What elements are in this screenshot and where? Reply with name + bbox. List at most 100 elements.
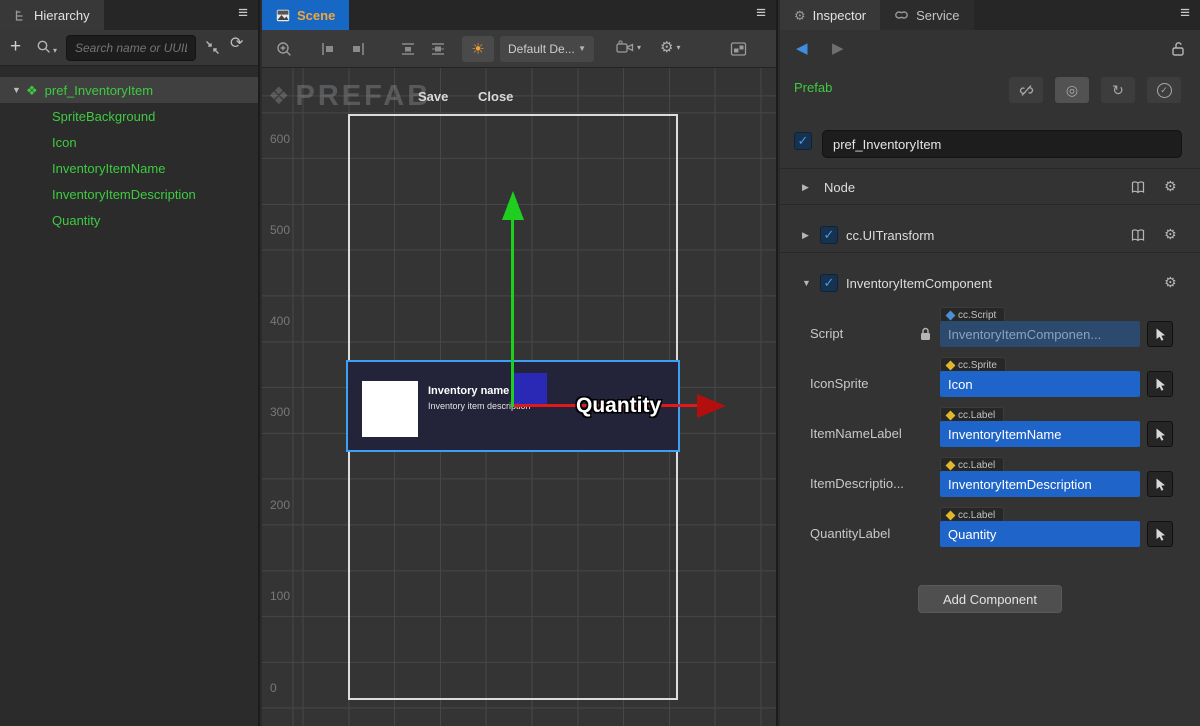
gear-icon: ⚙ [794,9,806,22]
collapse-all-icon[interactable] [204,39,221,56]
caret-down-icon[interactable]: ▼ [802,279,811,288]
script-reference-field[interactable]: InventoryItemComponen... [940,321,1140,347]
refresh-icon[interactable]: ⟳ [230,36,243,52]
section-inventoryitemcomponent[interactable]: ▼ ✓ InventoryItemComponent ⚙ [780,269,1200,299]
create-node-button[interactable]: + [10,37,21,56]
label-reference-field[interactable]: Quantity [940,521,1140,547]
prop-label: ItemNameLabel [810,426,926,441]
gizmo-plane-handle[interactable] [514,373,547,406]
add-component-button[interactable]: Add Component [918,585,1062,613]
section-uitransform[interactable]: ▶ ✓ cc.UITransform ⚙ [780,221,1200,251]
tree-node-label: pref_InventoryItem [45,83,153,98]
prefab-label: Prefab [794,80,832,95]
component-enabled-checkbox[interactable]: ✓ [820,274,838,292]
divider [780,204,1200,205]
align-top-icon[interactable] [400,41,416,57]
align-middle-icon[interactable] [430,41,446,57]
caret-right-icon[interactable]: ▶ [802,231,809,240]
node-active-checkbox[interactable]: ✓ [794,132,812,150]
docs-book-icon[interactable] [1130,180,1146,195]
type-tag: cc.Label [940,407,1004,422]
cocos-creator-editor: Hierarchy ≡ + ▾ ⟳ ▼ ❖ pref_InventoryItem… [0,0,1200,726]
tab-service[interactable]: Service [880,0,973,30]
tree-row[interactable]: Icon [0,129,258,155]
tab-hierarchy[interactable]: Hierarchy [0,0,104,30]
tree-node-label: InventoryItemName [52,161,165,176]
reference-picker-button[interactable] [1147,471,1173,497]
prefab-cube-icon: ❖ [268,85,290,109]
scene-tabbar: Scene ≡ [262,0,776,30]
expand-caret-icon[interactable]: ▼ [12,86,26,95]
docs-book-icon[interactable] [1130,228,1146,243]
prop-iconsprite: IconSprite cc.Sprite Icon [780,371,1200,411]
prefab-close-button[interactable]: Close [478,89,513,104]
prefab-unlink-button[interactable] [1009,77,1043,103]
reference-picker-button[interactable] [1147,321,1173,347]
gear-icon[interactable]: ⚙ [1164,179,1177,193]
scene-toolbar: ☀ Default De... ▼ ▾ ⚙ ▾ [262,30,776,68]
zoom-in-icon[interactable] [276,41,293,58]
inspector-nav-row: ◀ ▶ [780,30,1200,70]
gizmo-y-axis[interactable] [511,219,514,407]
scene-settings-button[interactable]: ⚙ ▾ [660,40,680,55]
tree-row[interactable]: Quantity [0,207,258,233]
uitransform-enabled-checkbox[interactable]: ✓ [820,226,838,244]
hierarchy-menu-icon[interactable]: ≡ [238,4,248,21]
reference-picker-button[interactable] [1147,521,1173,547]
link-icon [894,9,909,21]
section-title: InventoryItemComponent [846,276,992,291]
scene-tab-label: Scene [297,8,335,23]
prefab-apply-button[interactable]: ✓ [1147,77,1181,103]
tab-inspector[interactable]: ⚙ Inspector [780,0,880,30]
align-left-icon[interactable] [320,41,336,57]
device-select-value: Default De... [508,42,575,56]
check-circle-icon: ✓ [1157,83,1172,98]
prefab-watermark: ❖ PREFAB [268,80,431,113]
hierarchy-tab-label: Hierarchy [34,8,90,23]
gizmo-y-axis-arrowhead[interactable] [502,191,524,220]
inspector-panel: ⚙ Inspector Service ≡ ◀ ▶ Prefab ◎ [780,0,1200,726]
search-input[interactable] [66,35,196,61]
history-forward-button[interactable]: ▶ [832,41,844,56]
reference-picker-button[interactable] [1147,421,1173,447]
gear-icon[interactable]: ⚙ [1164,227,1177,241]
ruler-label: 200 [270,498,290,512]
gizmo-x-axis-arrowhead[interactable] [697,394,726,418]
label-reference-field[interactable]: InventoryItemDescription [940,471,1140,497]
device-select[interactable]: Default De... ▼ [500,36,594,62]
tree-row[interactable]: InventoryItemName [0,155,258,181]
camera-menu-button[interactable]: ▾ [616,40,641,55]
prop-label: IconSprite [810,376,926,391]
ruler-label: 300 [270,405,290,419]
label-reference-field[interactable]: InventoryItemName [940,421,1140,447]
ruler-label: 400 [270,314,290,328]
gear-icon[interactable]: ⚙ [1164,275,1177,289]
divider [780,252,1200,253]
reference-picker-button[interactable] [1147,371,1173,397]
prefab-locate-button[interactable]: ◎ [1055,77,1089,103]
sprite-reference-field[interactable]: Icon [940,371,1140,397]
prefab-reset-button[interactable]: ↻ [1101,77,1135,103]
layout-windows-icon[interactable] [730,41,747,57]
search-filter-icon[interactable]: ▾ [36,39,57,55]
prop-itemdescriptionlabel: ItemDescriptio... cc.Label InventoryItem… [780,471,1200,511]
node-name-input[interactable] [822,130,1182,158]
section-node[interactable]: ▶ Node ⚙ [780,173,1200,203]
tree-row[interactable]: SpriteBackground [0,103,258,129]
gizmo-toggle-button[interactable]: ☀ [462,36,494,62]
scene-viewport[interactable]: 600 500 400 300 200 100 0 ❖ PREFAB Save … [262,68,776,726]
type-diamond-icon [946,410,956,420]
divider [780,168,1200,169]
tree-row-root[interactable]: ▼ ❖ pref_InventoryItem [0,77,258,103]
scene-menu-icon[interactable]: ≡ [756,4,766,21]
unlock-icon[interactable] [1170,41,1186,57]
tree-row[interactable]: InventoryItemDescription [0,181,258,207]
sun-gizmo-icon: ☀ [471,42,484,57]
prefab-save-button[interactable]: Save [418,89,448,104]
align-right-icon[interactable] [350,41,366,57]
ruler-label: 100 [270,589,290,603]
tab-scene[interactable]: Scene [262,0,349,30]
history-back-button[interactable]: ◀ [796,41,808,56]
inspector-menu-icon[interactable]: ≡ [1180,4,1190,21]
caret-right-icon[interactable]: ▶ [802,183,809,192]
